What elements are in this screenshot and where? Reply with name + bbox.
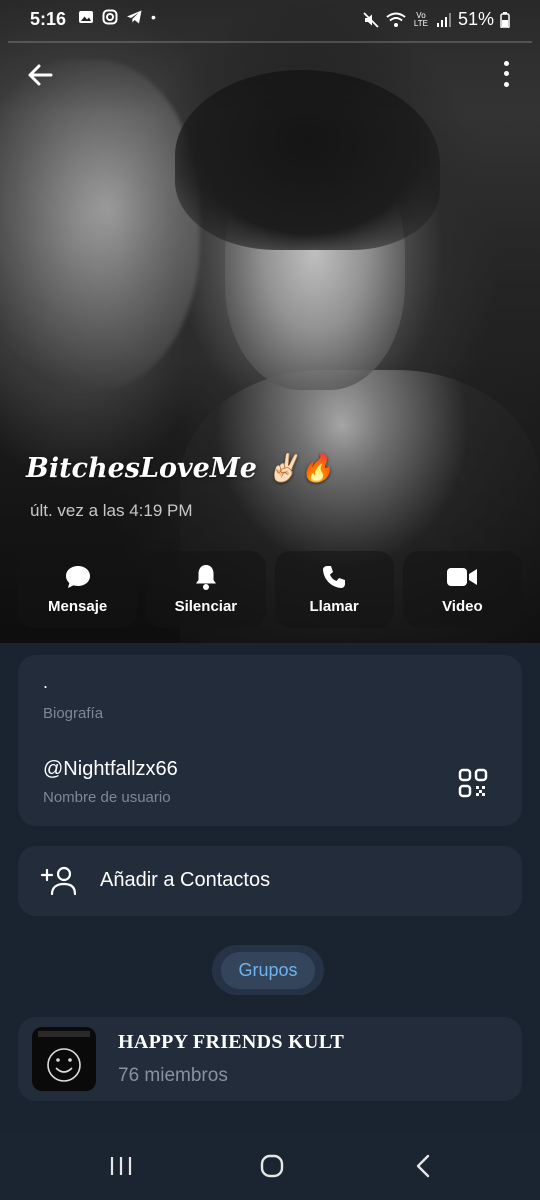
phone-icon (323, 566, 346, 588)
photo-shade (0, 0, 540, 643)
bell-icon (195, 565, 216, 590)
back-button[interactable] (22, 57, 58, 93)
bio-value[interactable]: . (43, 672, 48, 693)
nav-back-icon[interactable] (413, 1154, 433, 1178)
profile-name: BitchesLoveMe ✌🏻🔥 (26, 453, 334, 484)
tab-groups-label: Grupos (221, 951, 315, 989)
system-icons: Vo LTE 51% (362, 9, 510, 30)
group-name: HAPPY FRIENDS KULT (118, 1031, 345, 1053)
network-label: Vo LTE (413, 10, 428, 28)
dot-icon: • (151, 9, 156, 25)
mute-icon (363, 11, 379, 28)
qr-code-icon (458, 768, 488, 798)
wifi-icon (386, 12, 406, 27)
system-nav-bar (0, 1132, 540, 1200)
username-value[interactable]: @Nightfallzx66 (43, 758, 178, 781)
battery-level: 51% (457, 9, 494, 29)
notification-icons: • (78, 9, 156, 25)
message-button[interactable]: Mensaje (18, 551, 138, 628)
bio-label: Biografía (43, 705, 104, 722)
profile-header-photo[interactable] (0, 0, 540, 643)
username-label: Nombre de usuario (43, 789, 171, 806)
mute-button[interactable]: Silenciar (146, 551, 266, 628)
add-contact-label: Añadir a Contactos (100, 869, 271, 891)
more-vert-icon (503, 60, 509, 66)
arrow-left-icon (28, 64, 53, 86)
recent-apps-icon[interactable] (108, 1156, 134, 1176)
smiley-icon (38, 1031, 90, 1082)
add-contact-row[interactable]: Añadir a Contactos (18, 846, 522, 916)
tab-groups[interactable]: Grupos (212, 945, 324, 995)
group-avatar (32, 1027, 96, 1091)
action-buttons: Mensaje Silenciar Llamar Video (18, 551, 522, 628)
last-seen-status: últ. vez a las 4:19 PM (30, 501, 193, 520)
mute-label: Silenciar (174, 598, 238, 615)
more-options-button[interactable] (500, 58, 512, 90)
top-divider (8, 41, 532, 43)
add-person-icon (40, 866, 76, 896)
battery-icon (500, 11, 510, 28)
qr-code-button[interactable] (458, 768, 488, 798)
home-icon[interactable] (260, 1154, 284, 1178)
instagram-icon (102, 9, 118, 25)
gallery-icon (79, 11, 93, 23)
message-label: Mensaje (48, 598, 108, 615)
video-button[interactable]: Video (402, 551, 522, 628)
telegram-icon (127, 10, 142, 24)
chat-bubble-icon (65, 566, 90, 588)
video-camera-icon (447, 568, 478, 586)
video-label: Video (442, 598, 483, 615)
call-button[interactable]: Llamar (274, 551, 394, 628)
call-label: Llamar (309, 598, 359, 615)
status-time: 5:16 (30, 9, 67, 29)
group-members: 76 miembros (118, 1065, 228, 1086)
group-list-item[interactable]: HAPPY FRIENDS KULT 76 miembros (18, 1017, 522, 1101)
status-bar: 5:16 • Vo LTE 51% (0, 0, 540, 40)
signal-icon (436, 12, 451, 27)
